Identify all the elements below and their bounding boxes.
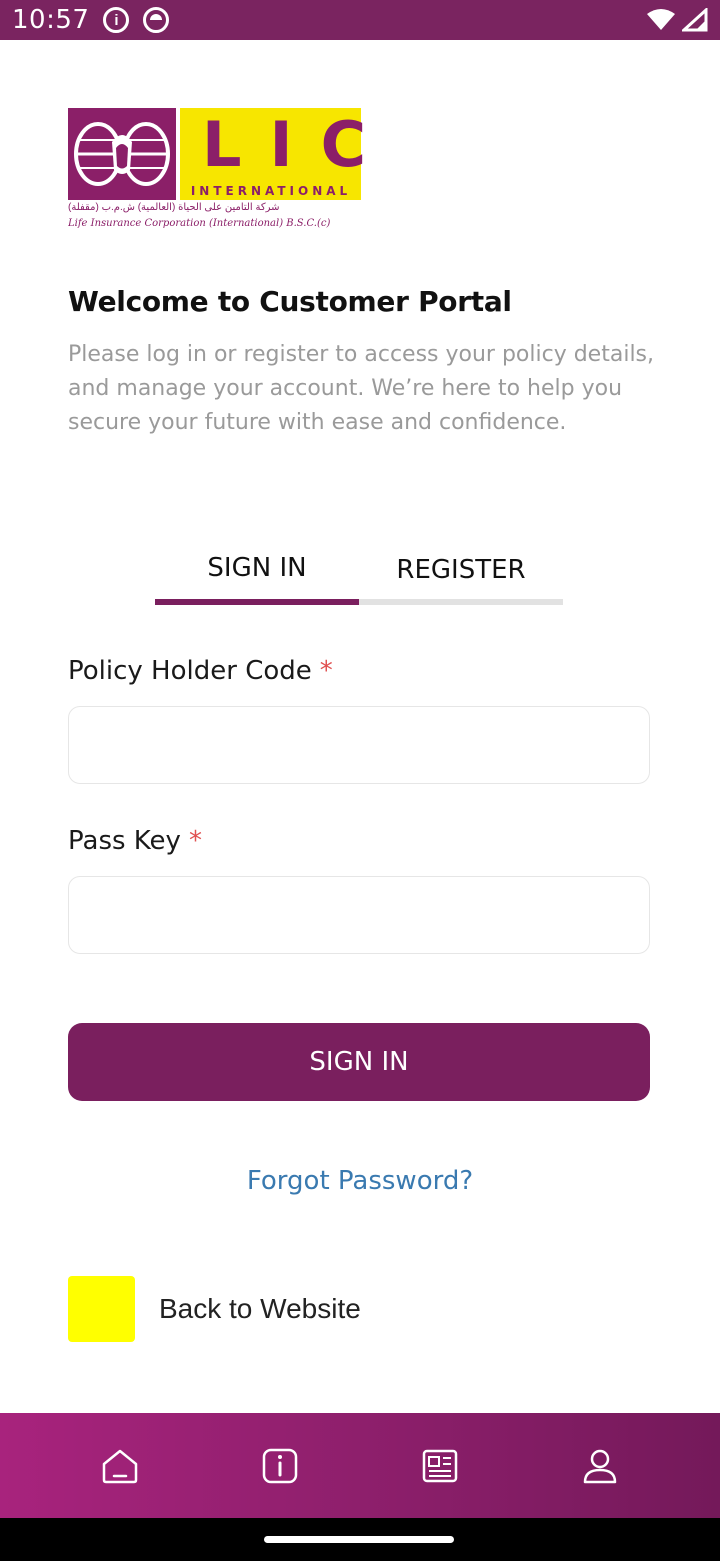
info-status-icon: i — [103, 7, 130, 33]
required-mark: * — [319, 656, 333, 686]
tab-register-label: REGISTER — [396, 555, 526, 585]
forgot-password-link[interactable]: Forgot Password? — [0, 1166, 720, 1196]
profile-icon — [583, 1449, 617, 1483]
nav-news-button[interactable] — [410, 1436, 470, 1496]
tab-sign-in-label: SIGN IN — [207, 553, 307, 583]
nav-home-button[interactable] — [90, 1436, 150, 1496]
logo-sub-text: INTERNATIONAL — [190, 184, 352, 198]
info-icon — [262, 1448, 298, 1483]
policy-holder-code-label-text: Policy Holder Code — [68, 656, 312, 686]
news-icon — [422, 1449, 458, 1482]
tab-register[interactable]: REGISTER — [359, 545, 563, 605]
logo-arabic-text: شركة التأمين على الحياة (العالمية) ش.م.ب… — [68, 202, 280, 213]
tab-sign-in[interactable]: SIGN IN — [155, 545, 359, 605]
circle-status-icon — [143, 7, 170, 33]
pass-key-label-text: Pass Key — [68, 826, 181, 856]
nav-profile-button[interactable] — [570, 1436, 630, 1496]
page-title: Welcome to Customer Portal — [68, 285, 512, 318]
required-mark: * — [188, 826, 202, 856]
sign-in-button[interactable]: SIGN IN — [68, 1023, 650, 1101]
back-website-icon — [68, 1276, 135, 1342]
globe-logo-icon — [68, 108, 176, 200]
home-gesture-pill[interactable] — [264, 1536, 454, 1543]
page-description: Please log in or register to access your… — [68, 342, 655, 435]
nav-info-button[interactable] — [250, 1436, 310, 1496]
policy-holder-code-label: Policy Holder Code * — [68, 656, 333, 686]
logo-yellow-block: LIC INTERNATIONAL — [180, 108, 395, 200]
pass-key-input[interactable] — [68, 876, 650, 954]
auth-tabs: SIGN IN REGISTER — [155, 545, 563, 605]
system-navigation-bar — [0, 1518, 720, 1561]
policy-holder-code-input[interactable] — [68, 706, 650, 784]
status-right — [646, 8, 708, 32]
logo-main-text: LIC — [202, 108, 395, 181]
status-time: 10:57 — [12, 5, 90, 35]
pass-key-label: Pass Key * — [68, 826, 202, 856]
wifi-icon — [647, 9, 675, 30]
status-bar: 10:57 i — [0, 0, 720, 40]
tab-sign-in-indicator — [155, 599, 359, 605]
company-logo: LIC INTERNATIONAL شركة التأمين على الحيا… — [68, 108, 395, 234]
signal-icon — [682, 8, 708, 32]
bottom-navigation — [0, 1413, 720, 1518]
back-to-website-link[interactable]: Back to Website — [68, 1276, 361, 1342]
back-to-website-label: Back to Website — [159, 1293, 361, 1324]
tab-register-indicator — [359, 599, 563, 605]
home-icon — [102, 1449, 138, 1483]
logo-english-text: Life Insurance Corporation (Internationa… — [68, 218, 331, 229]
